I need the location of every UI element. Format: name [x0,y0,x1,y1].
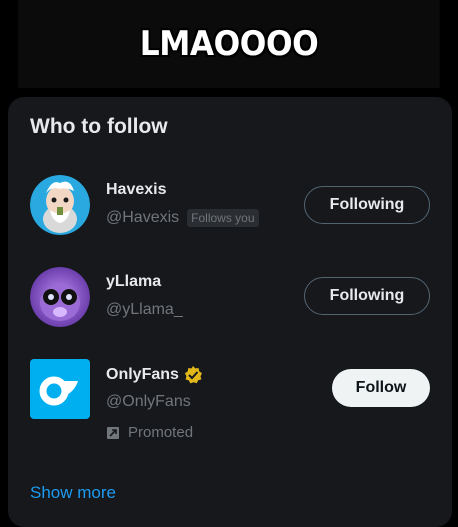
promoted-label: Promoted [106,424,193,441]
yllama-avatar[interactable] [30,267,90,327]
show-more-link[interactable]: Show more [30,483,116,503]
account-row-yllama[interactable]: yLlama @yLlama_ Following [8,259,452,339]
account-name[interactable]: OnlyFans [106,366,179,384]
following-button-havexis[interactable]: Following [304,186,430,224]
follows-you-badge: Follows you [187,209,259,227]
panel-title: Who to follow [30,115,168,138]
promoted-text: Promoted [128,424,194,441]
onlyfans-logo[interactable] [30,359,90,419]
yllama-handle-line: @yLlama_ [106,301,183,319]
havexis-avatar[interactable] [30,175,90,235]
onlyfans-handle-line: @OnlyFans [106,393,191,411]
follow-button-onlyfans[interactable]: Follow [332,369,430,407]
meme-caption: LMAOOOO [18,0,440,88]
who-to-follow-panel: Who to follow Havexis @Havexis Follows y… [8,97,452,527]
following-button-yllama[interactable]: Following [304,277,430,315]
yllama-name-line: yLlama [106,273,161,291]
account-name[interactable]: yLlama [106,273,161,291]
onlyfans-name-line: OnlyFans [106,365,203,385]
havexis-name-line: Havexis [106,181,167,199]
account-row-onlyfans[interactable]: OnlyFans @OnlyFans Promoted Follow [8,351,452,461]
account-name[interactable]: Havexis [106,181,167,199]
account-handle[interactable]: @Havexis [106,209,179,227]
account-handle[interactable]: @OnlyFans [106,393,191,411]
account-row-havexis[interactable]: Havexis @Havexis Follows you Following [8,167,452,247]
account-handle[interactable]: @yLlama_ [106,301,183,319]
verified-badge-icon [184,366,202,384]
havexis-handle-line: @Havexis Follows you [106,209,259,227]
promoted-icon [107,426,119,439]
